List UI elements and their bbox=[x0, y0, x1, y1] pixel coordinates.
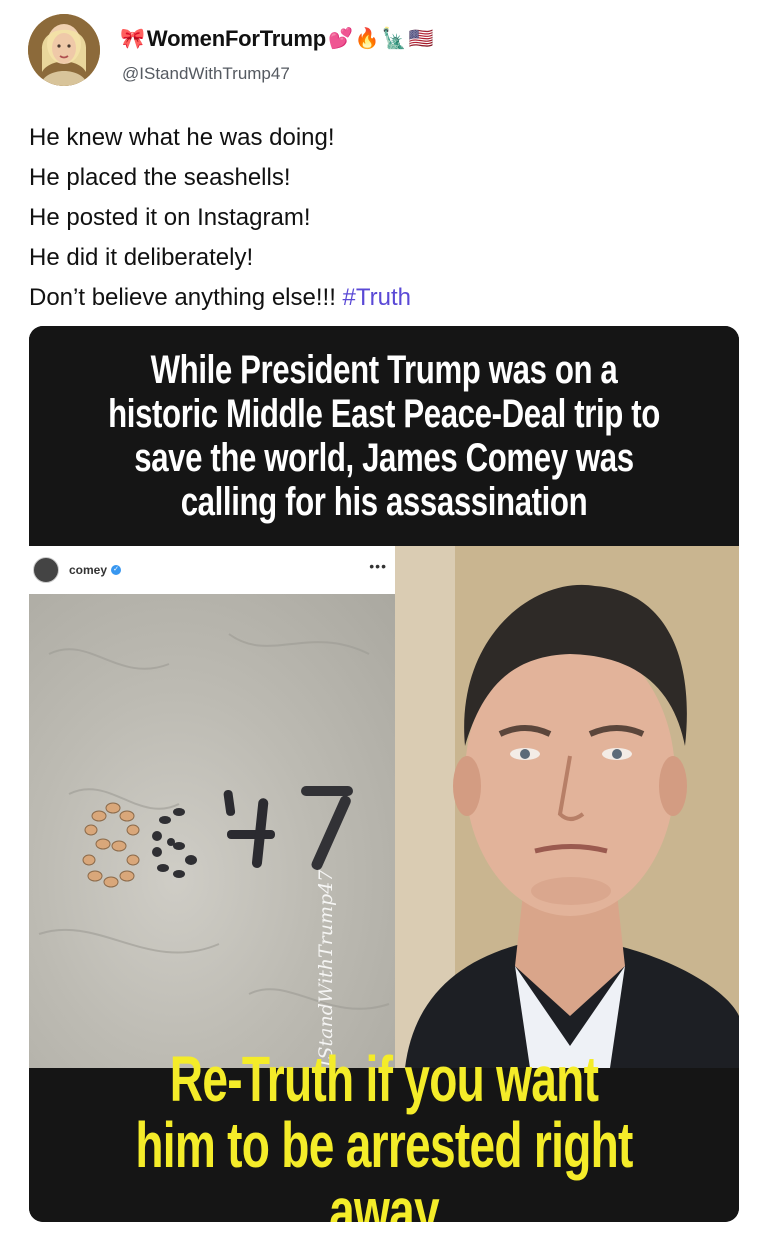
post-line: He knew what he was doing! bbox=[29, 124, 335, 151]
portrait-photo bbox=[395, 546, 739, 1068]
meme-bottom-banner: Re-Truth if you want him to be arrested … bbox=[29, 1046, 739, 1222]
post-line-text: Don’t believe anything else!!! bbox=[29, 284, 336, 311]
author-name-row[interactable]: 🎀 WomenForTrump 💕 🔥 🗽 🇺🇸 bbox=[120, 26, 434, 52]
profile-photo-icon bbox=[28, 14, 100, 86]
fire-emoji-icon: 🔥 bbox=[354, 28, 380, 50]
hearts-emoji-icon: 💕 bbox=[328, 28, 353, 50]
sand-photo bbox=[29, 594, 395, 1068]
instagram-avatar bbox=[33, 557, 59, 583]
seashell-digits-image bbox=[38, 633, 390, 1010]
ribbon-emoji-icon: 🎀 bbox=[120, 28, 145, 50]
hashtag-link[interactable]: #Truth bbox=[343, 284, 411, 311]
meme-top-banner: While President Trump was on a historic … bbox=[29, 326, 739, 546]
statue-of-liberty-emoji-icon: 🗽 bbox=[381, 28, 407, 50]
us-flag-emoji-icon: 🇺🇸 bbox=[408, 28, 434, 50]
author-display-name[interactable]: WomenForTrump bbox=[147, 26, 326, 52]
post-line: He placed the seashells! bbox=[29, 164, 291, 191]
more-dots-icon: ••• bbox=[369, 558, 387, 574]
post-line: He did it deliberately! bbox=[29, 244, 254, 271]
author-avatar[interactable] bbox=[28, 14, 100, 86]
man-portrait-image bbox=[395, 546, 739, 1068]
meme-bottom-text: Re-Truth if you want him to be arrested … bbox=[135, 1043, 633, 1222]
post-line: He posted it on Instagram! bbox=[29, 204, 311, 231]
instagram-username: comey bbox=[69, 563, 108, 577]
post-body: He knew what he was doing! He placed the… bbox=[29, 118, 739, 318]
post-card: 🎀 WomenForTrump 💕 🔥 🗽 🇺🇸 @IStandWithTrum… bbox=[0, 0, 768, 1254]
instagram-header: comey ✓ ••• bbox=[29, 546, 395, 594]
verified-badge-icon: ✓ bbox=[111, 565, 122, 575]
author-handle[interactable]: @IStandWithTrump47 bbox=[122, 64, 290, 84]
instagram-post-screenshot: comey ✓ ••• bbox=[29, 546, 395, 1068]
post-line-last: Don’t believe anything else!!! #Truth bbox=[29, 278, 739, 318]
meme-top-text: While President Trump was on a historic … bbox=[108, 348, 660, 524]
attached-image[interactable]: While President Trump was on a historic … bbox=[29, 326, 739, 1222]
